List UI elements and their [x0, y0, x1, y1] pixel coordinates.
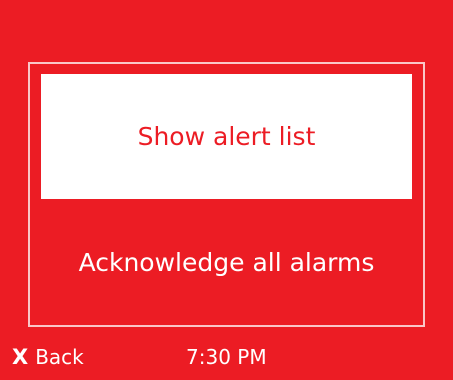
show-alert-list-button[interactable]: Show alert list	[41, 74, 412, 199]
clock-time: 7:30 PM	[186, 345, 267, 369]
status-footer: X Back 7:30 PM	[0, 343, 453, 380]
acknowledge-all-alarms-label: Acknowledge all alarms	[78, 248, 375, 277]
close-icon: X	[12, 344, 29, 369]
back-button[interactable]: X Back	[12, 345, 84, 369]
show-alert-list-label: Show alert list	[137, 122, 316, 151]
acknowledge-all-alarms-button[interactable]: Acknowledge all alarms	[41, 210, 412, 315]
back-label: Back	[35, 345, 84, 369]
alarm-screen: Show alert list Acknowledge all alarms X…	[0, 0, 453, 380]
